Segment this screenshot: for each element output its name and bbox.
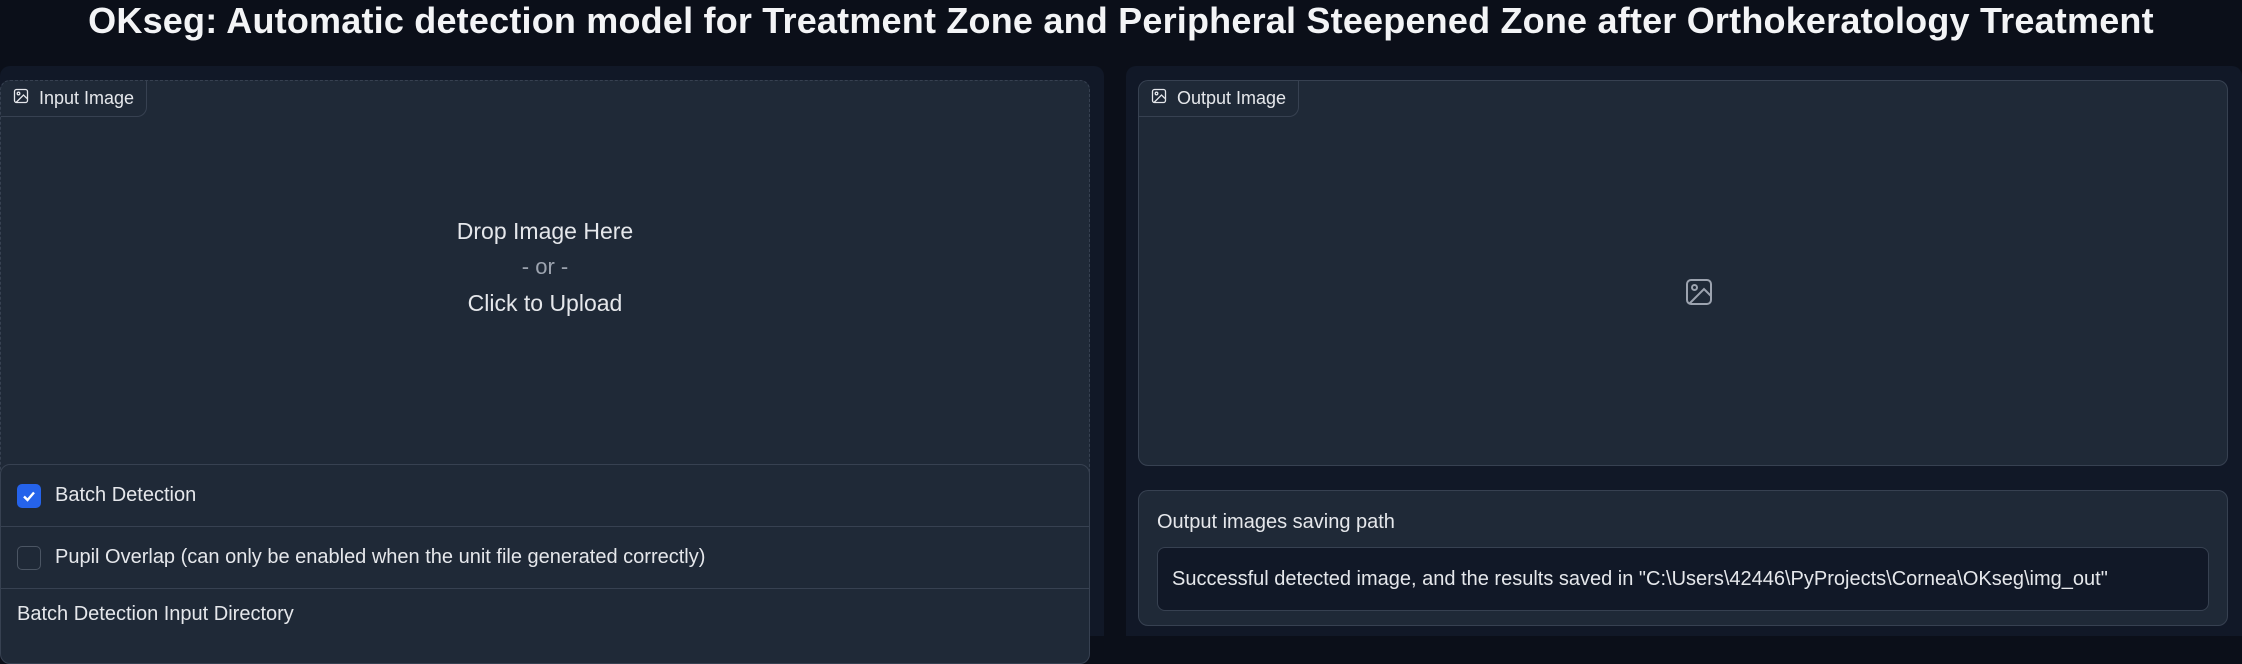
image-icon (13, 88, 29, 109)
image-placeholder-icon (1684, 277, 1714, 307)
pupil-overlap-checkbox[interactable] (17, 545, 41, 570)
upload-instructions[interactable]: Drop Image Here - or - Click to Upload (1, 213, 1089, 321)
batch-detection-checkbox[interactable] (17, 483, 41, 508)
click-to-upload-text[interactable]: Click to Upload (1, 285, 1089, 321)
drop-image-text: Drop Image Here (456, 218, 634, 244)
output-image-label: Output Image (1139, 81, 1300, 117)
batch-detection-option[interactable]: Batch Detection (1, 465, 1089, 527)
input-image-label-text: Input Image (39, 88, 135, 108)
or-text: - or - (521, 254, 569, 279)
output-path-textbox[interactable]: Successful detected image, and the resul… (1157, 547, 2209, 611)
input-image-label: Input Image (1, 81, 148, 117)
batch-input-directory-label: Batch Detection Input Directory (17, 603, 294, 625)
batch-detection-label: Batch Detection (55, 484, 197, 506)
image-icon (1151, 88, 1167, 109)
output-path-panel: Output images saving path Successful det… (1138, 490, 2228, 626)
output-path-label: Output images saving path (1157, 511, 1395, 533)
output-image-label-text: Output Image (1177, 88, 1287, 108)
page-title: OKseg: Automatic detection model for Tre… (88, 0, 2154, 41)
pupil-overlap-label: Pupil Overlap (can only be enabled when … (55, 546, 706, 568)
check-icon (23, 491, 35, 502)
right-column: Output Image Output images saving path S… (1126, 66, 2242, 636)
left-column: Input Image Drop Image Here - or - Click… (0, 66, 1104, 664)
input-image-dropzone[interactable]: Input Image Drop Image Here - or - Click… (0, 80, 1090, 506)
output-image-panel: Output Image (1138, 80, 2228, 466)
detection-options: Batch Detection Pupil Overlap (can only … (0, 464, 1090, 664)
pupil-overlap-option[interactable]: Pupil Overlap (can only be enabled when … (1, 527, 1089, 589)
